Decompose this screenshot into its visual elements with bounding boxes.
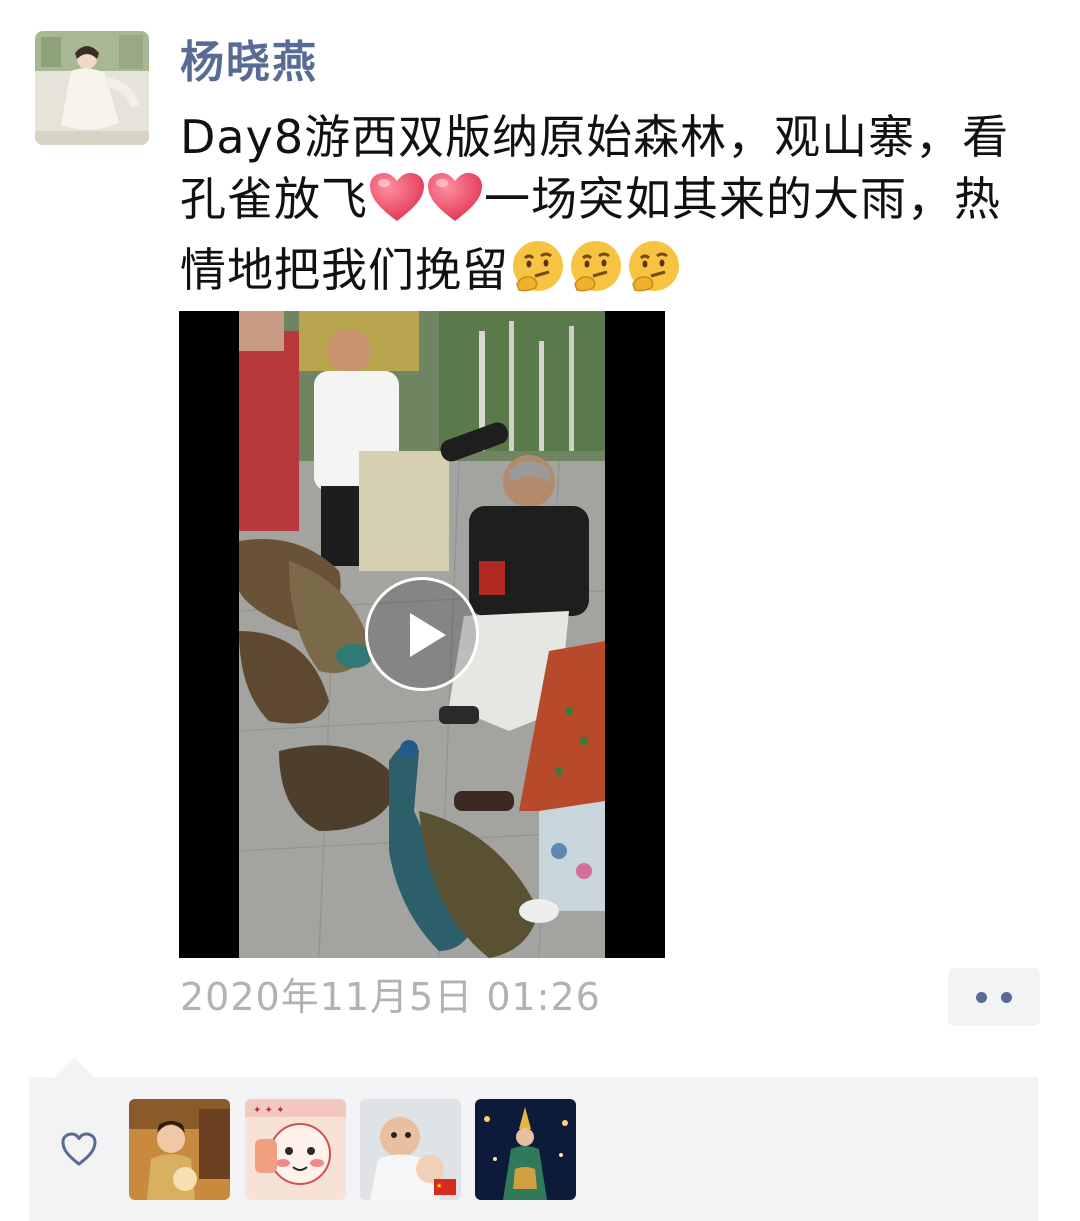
more-dot-icon: [976, 992, 987, 1003]
liker-avatar[interactable]: [475, 1099, 576, 1200]
svg-text:✦ ✦ ✦: ✦ ✦ ✦: [253, 1105, 285, 1116]
svg-text:★: ★: [436, 1182, 442, 1190]
liker-avatar[interactable]: [129, 1099, 230, 1200]
more-dot-icon: [1001, 992, 1012, 1003]
thinking-face-emoji-icon: [509, 238, 567, 309]
post-text: Day8游西双版纳原始森林，观山寨，看 孔雀放飞 一场突如其来的大雨，热 情地把我…: [180, 106, 1060, 309]
liker-avatar[interactable]: ★: [360, 1099, 461, 1200]
post-text-line-2: 孔雀放飞 一场突如其来的大雨，热: [180, 168, 1060, 238]
heart-emoji-icon: [426, 171, 484, 238]
post-timestamp: 2020年11月5日 01:26: [180, 975, 601, 1019]
thinking-face-emoji-icon: [567, 238, 625, 309]
author-name[interactable]: 杨晓燕: [180, 36, 318, 90]
play-icon: [410, 613, 446, 657]
post-text-segment: 孔雀放飞: [180, 172, 368, 226]
post-text-line-1: Day8游西双版纳原始森林，观山寨，看: [180, 110, 1010, 164]
heart-emoji-icon: [368, 171, 426, 238]
video-player[interactable]: [179, 311, 665, 958]
author-avatar[interactable]: [35, 31, 149, 145]
play-button[interactable]: [365, 577, 479, 691]
post-text-segment: 一场突如其来的大雨，热: [484, 172, 1001, 226]
post-text-segment: 情地把我们挽留: [180, 243, 509, 297]
post-text-line-3: 情地把我们挽留: [180, 238, 1060, 309]
liker-avatar[interactable]: ✦ ✦ ✦: [245, 1099, 346, 1200]
thinking-face-emoji-icon: [625, 238, 683, 309]
more-actions-button[interactable]: [948, 968, 1040, 1026]
heart-outline-icon: [60, 1131, 98, 1167]
likes-pointer: [54, 1057, 94, 1077]
